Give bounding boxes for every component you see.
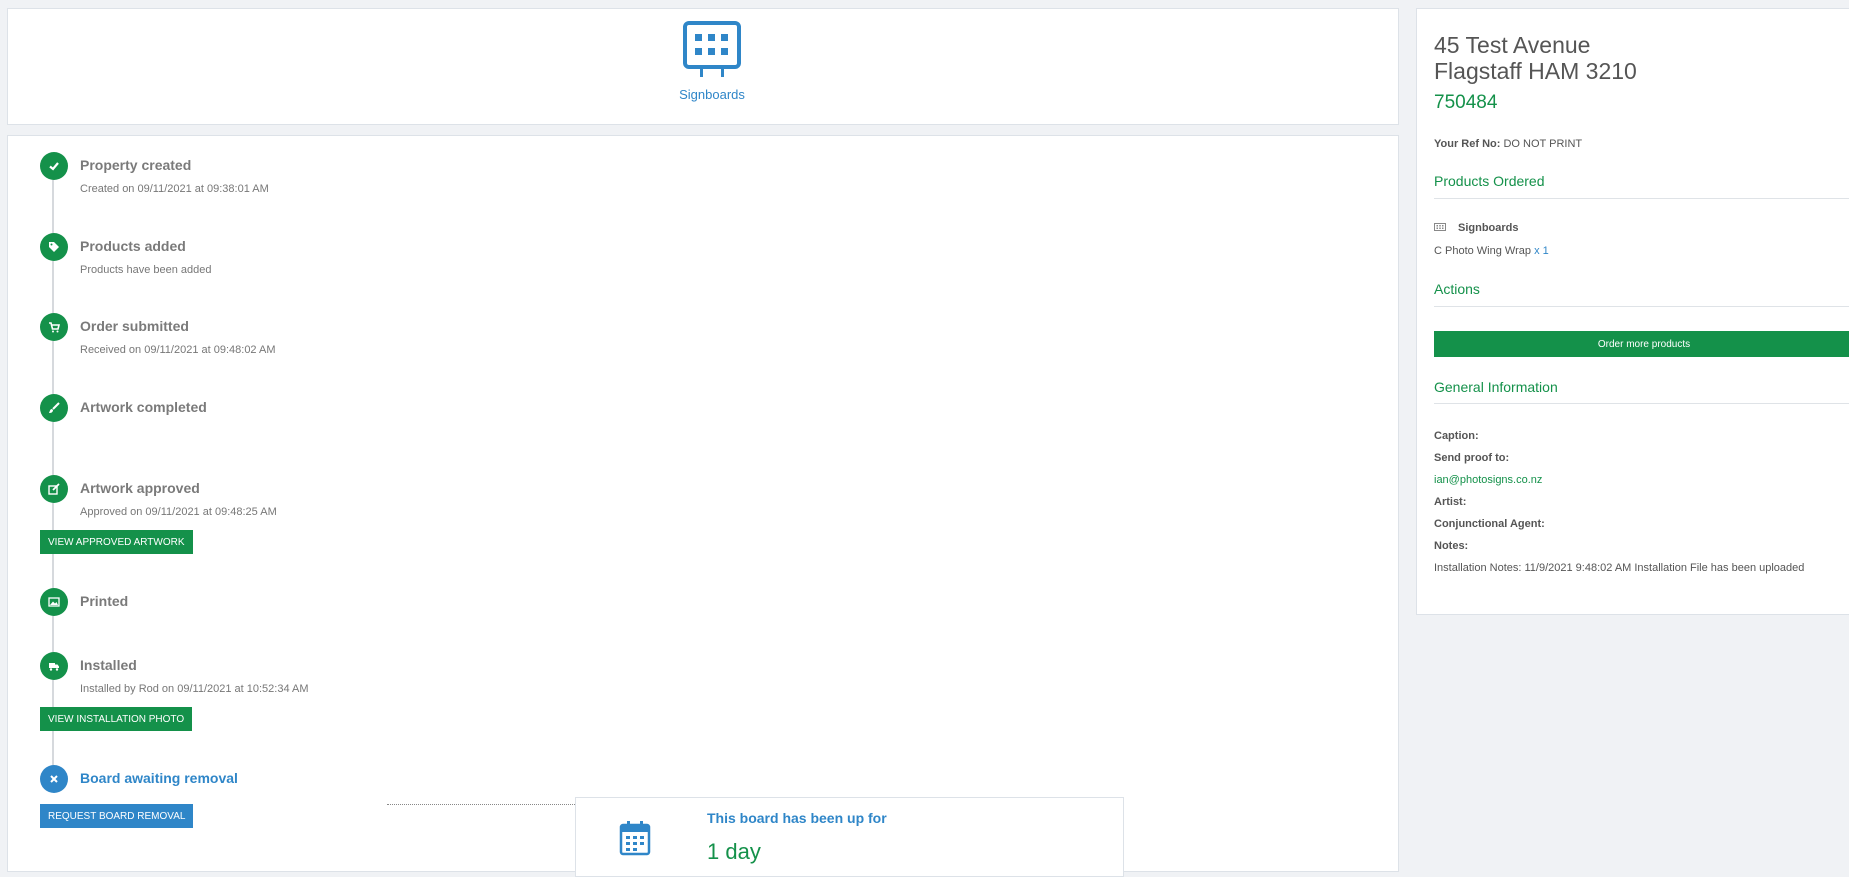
- step-title: Products added: [80, 238, 186, 254]
- divider: [1434, 403, 1849, 404]
- caption-label: Caption:: [1434, 430, 1479, 442]
- request-board-removal-button[interactable]: REQUEST BOARD REMOVAL: [40, 804, 194, 828]
- connector-line: [387, 804, 575, 805]
- send-proof-label: Send proof to:: [1434, 452, 1510, 464]
- property-id: 750484: [1434, 92, 1498, 113]
- divider: [1434, 306, 1849, 307]
- order-more-products-button[interactable]: Order more products: [1434, 331, 1849, 357]
- address-line2: Flagstaff HAM 3210: [1434, 58, 1637, 84]
- step-title: Property created: [80, 157, 192, 173]
- ref-value: DO NOT PRINT: [1503, 138, 1583, 150]
- step-title: Installed: [80, 657, 137, 673]
- product-tabs-panel: Signboards: [7, 8, 1399, 125]
- step-title: Board awaiting removal: [80, 770, 238, 786]
- general-info-heading: General Information: [1434, 379, 1558, 395]
- conjunctional-agent-label: Conjunctional Agent:: [1434, 518, 1545, 530]
- board-up-card: This board has been up for 1 day: [575, 797, 1124, 877]
- step-subtitle: Created on 09/11/2021 at 09:38:01 AM: [80, 183, 269, 195]
- truck-icon: [40, 652, 68, 680]
- step-subtitle: Installed by Rod on 09/11/2021 at 10:52:…: [80, 683, 309, 695]
- check-icon: [40, 152, 68, 180]
- ref-row: Your Ref No: DO NOT PRINT: [1434, 138, 1582, 150]
- product-category-label: Signboards: [1458, 222, 1519, 234]
- image-icon: [40, 588, 68, 616]
- board-up-value: 1 day: [707, 839, 761, 864]
- step-subtitle: Products have been added: [80, 264, 212, 276]
- property-info-panel: 45 Test Avenue Flagstaff HAM 3210 750484…: [1416, 8, 1849, 615]
- product-item-name: C Photo Wing Wrap: [1434, 245, 1532, 257]
- paintbrush-icon: [40, 394, 68, 422]
- tab-signboards[interactable]: Signboards: [678, 21, 746, 102]
- step-title: Order submitted: [80, 318, 189, 334]
- product-category: Signboards: [1434, 222, 1519, 234]
- tab-signboards-label: Signboards: [679, 87, 745, 102]
- artist-label: Artist:: [1434, 496, 1467, 508]
- cart-icon: [40, 313, 68, 341]
- notes-value: Installation Notes: 11/9/2021 9:48:02 AM…: [1434, 562, 1805, 574]
- step-title: Printed: [80, 593, 129, 609]
- divider: [1434, 198, 1849, 199]
- view-approved-artwork-button[interactable]: VIEW APPROVED ARTWORK: [40, 530, 193, 554]
- product-item: C Photo Wing Wrap x 1: [1434, 245, 1549, 257]
- step-title: Artwork approved: [80, 480, 200, 496]
- product-item-qty: x 1: [1534, 245, 1549, 257]
- step-subtitle: Approved on 09/11/2021 at 09:48:25 AM: [80, 506, 277, 518]
- actions-heading: Actions: [1434, 281, 1480, 297]
- order-timeline-panel: [7, 135, 1399, 872]
- signboard-icon: [683, 21, 741, 77]
- board-up-label: This board has been up for: [707, 810, 887, 826]
- close-icon: [40, 765, 68, 793]
- ref-label: Your Ref No:: [1434, 138, 1501, 150]
- tag-icon: [40, 233, 68, 261]
- address-line1: 45 Test Avenue: [1434, 32, 1591, 58]
- products-ordered-heading: Products Ordered: [1434, 173, 1545, 189]
- edit-icon: [40, 475, 68, 503]
- view-installation-photo-button[interactable]: VIEW INSTALLATION PHOTO: [40, 707, 193, 731]
- calendar-icon: [619, 821, 651, 856]
- signboard-icon: [1434, 223, 1446, 231]
- send-proof-email[interactable]: ian@photosigns.co.nz: [1434, 474, 1542, 486]
- step-subtitle: Received on 09/11/2021 at 09:48:02 AM: [80, 344, 276, 356]
- step-title: Artwork completed: [80, 399, 207, 415]
- notes-label: Notes:: [1434, 540, 1469, 552]
